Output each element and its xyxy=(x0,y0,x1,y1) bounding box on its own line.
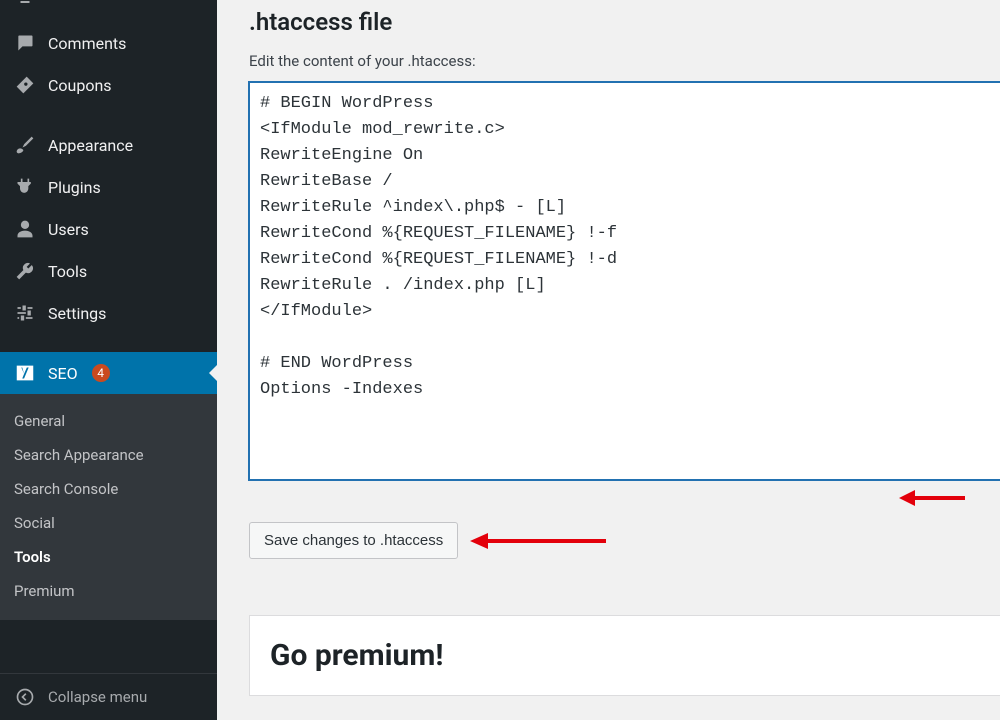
field-label: Edit the content of your .htaccess: xyxy=(249,52,1000,70)
sidebar-item-label: SEO xyxy=(48,364,78,383)
sidebar-item-appearance[interactable]: Appearance xyxy=(0,124,217,166)
sidebar-item-label: Appearance xyxy=(48,136,133,155)
sidebar-item-label: Comments xyxy=(48,34,126,53)
chevron-left-circle-icon xyxy=(14,686,36,708)
section-title: .htaccess file xyxy=(249,8,1000,36)
sidebar-item-users[interactable]: Users xyxy=(0,208,217,250)
sidebar-item-truncated[interactable] xyxy=(0,0,217,22)
submenu-tools[interactable]: Tools xyxy=(0,540,217,574)
submenu-search-appearance[interactable]: Search Appearance xyxy=(0,438,217,472)
submenu-general[interactable]: General xyxy=(0,404,217,438)
collapse-menu[interactable]: Collapse menu xyxy=(0,673,217,720)
wrench-icon xyxy=(14,260,36,282)
submenu-social[interactable]: Social xyxy=(0,506,217,540)
yoast-icon xyxy=(14,362,36,384)
sliders-icon xyxy=(14,302,36,324)
sidebar-item-label: Tools xyxy=(48,262,87,281)
submenu-search-console[interactable]: Search Console xyxy=(0,472,217,506)
sidebar-item-coupons[interactable]: Coupons xyxy=(0,64,217,106)
sidebar-item-comments[interactable]: Comments xyxy=(0,22,217,64)
sidebar-item-plugins[interactable]: Plugins xyxy=(0,166,217,208)
premium-promo-card: Go premium! xyxy=(249,615,1000,696)
seo-submenu: General Search Appearance Search Console… xyxy=(0,394,217,620)
sidebar-item-label: Users xyxy=(48,220,89,239)
collapse-label: Collapse menu xyxy=(48,688,147,706)
premium-title: Go premium! xyxy=(270,638,980,673)
sidebar-item-label: Settings xyxy=(48,304,106,323)
speech-icon xyxy=(14,32,36,54)
speech-icon xyxy=(14,0,36,12)
submenu-premium[interactable]: Premium xyxy=(0,574,217,608)
arrow-annotation-icon xyxy=(897,487,967,513)
user-icon xyxy=(14,218,36,240)
main-content: .htaccess file Edit the content of your … xyxy=(217,0,1000,720)
sidebar-item-tools[interactable]: Tools xyxy=(0,250,217,292)
arrow-annotation-icon xyxy=(468,530,608,552)
sidebar-item-label: Plugins xyxy=(48,178,101,197)
update-badge: 4 xyxy=(92,364,110,382)
brush-icon xyxy=(14,134,36,156)
sidebar-item-seo[interactable]: SEO 4 xyxy=(0,352,217,394)
save-htaccess-button[interactable]: Save changes to .htaccess xyxy=(249,522,458,559)
htaccess-textarea[interactable] xyxy=(249,82,1000,480)
sidebar: Comments Coupons Appearance Plugins xyxy=(0,0,217,720)
ticket-icon xyxy=(14,74,36,96)
sidebar-item-label: Coupons xyxy=(48,76,112,95)
plug-icon xyxy=(14,176,36,198)
sidebar-item-settings[interactable]: Settings xyxy=(0,292,217,334)
